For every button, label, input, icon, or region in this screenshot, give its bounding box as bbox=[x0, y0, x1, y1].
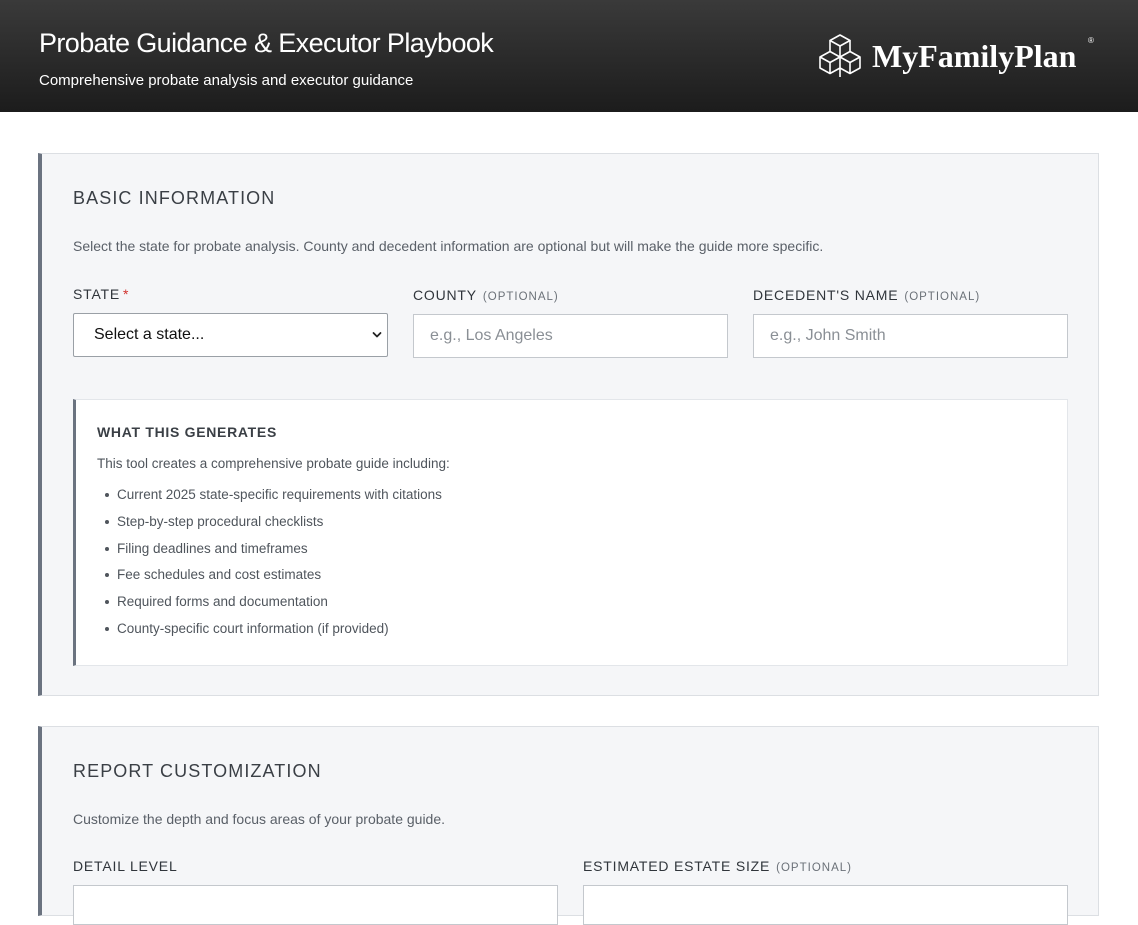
section-title: REPORT CUSTOMIZATION bbox=[73, 761, 322, 781]
page-header: Probate Guidance & Executor Playbook Com… bbox=[0, 0, 1138, 112]
report-customization-section: REPORT CUSTOMIZATION Customize the depth… bbox=[38, 726, 1099, 925]
info-box-title: WHAT THIS GENERATES bbox=[97, 424, 278, 440]
state-select-value: Select a state... bbox=[94, 326, 205, 343]
list-item: Filing deadlines and timeframes bbox=[105, 540, 442, 567]
detail-level-label: DETAIL LEVEL bbox=[73, 858, 178, 874]
list-item: County-specific court information (if pr… bbox=[105, 620, 442, 647]
decedent-label: DECEDENT'S NAME (OPTIONAL) bbox=[753, 287, 980, 303]
state-label: STATE * bbox=[73, 286, 129, 302]
section-title: BASIC INFORMATION bbox=[73, 188, 276, 208]
cube-cluster-icon bbox=[816, 33, 864, 79]
county-label: COUNTY (OPTIONAL) bbox=[413, 287, 559, 303]
estate-size-input[interactable] bbox=[583, 885, 1068, 925]
basic-information-section: BASIC INFORMATION Select the state for p… bbox=[38, 153, 1099, 696]
page-title: Probate Guidance & Executor Playbook bbox=[39, 28, 494, 58]
list-item: Fee schedules and cost estimates bbox=[105, 566, 442, 593]
decedent-name-input[interactable] bbox=[770, 327, 1067, 345]
optional-tag: (OPTIONAL) bbox=[776, 862, 852, 874]
list-item: Current 2025 state-specific requirements… bbox=[105, 486, 442, 513]
list-item: Required forms and documentation bbox=[105, 593, 442, 620]
brand-logo[interactable]: MyFamilyPlan ® bbox=[816, 32, 1094, 80]
state-label-text: STATE bbox=[73, 286, 121, 302]
optional-tag: (OPTIONAL) bbox=[904, 291, 981, 303]
decedent-label-text: DECEDENT'S NAME bbox=[753, 287, 899, 303]
list-item: Step-by-step procedural checklists bbox=[105, 513, 442, 540]
registered-mark: ® bbox=[1088, 36, 1094, 45]
info-box-description: This tool creates a comprehensive probat… bbox=[97, 456, 450, 471]
county-label-text: COUNTY bbox=[413, 287, 477, 303]
section-description: Select the state for probate analysis. C… bbox=[73, 238, 824, 254]
generates-list: Current 2025 state-specific requirements… bbox=[105, 486, 442, 647]
page-subtitle: Comprehensive probate analysis and execu… bbox=[39, 72, 414, 89]
county-field-box bbox=[413, 314, 728, 358]
state-select[interactable]: Select a state... bbox=[73, 313, 388, 357]
estate-size-label: ESTIMATED ESTATE SIZE (OPTIONAL) bbox=[583, 858, 852, 874]
detail-level-label-text: DETAIL LEVEL bbox=[73, 858, 178, 874]
detail-level-select[interactable] bbox=[73, 885, 558, 925]
chevron-down-icon bbox=[371, 328, 383, 342]
county-input[interactable] bbox=[430, 327, 727, 345]
optional-tag: (OPTIONAL) bbox=[482, 291, 559, 303]
section-description: Customize the depth and focus areas of y… bbox=[73, 811, 446, 827]
estate-size-label-text: ESTIMATED ESTATE SIZE bbox=[583, 858, 771, 874]
decedent-field-box bbox=[753, 314, 1068, 358]
brand-name: MyFamilyPlan bbox=[872, 37, 1077, 74]
what-this-generates-box: WHAT THIS GENERATES This tool creates a … bbox=[73, 399, 1068, 666]
required-indicator: * bbox=[123, 286, 130, 302]
